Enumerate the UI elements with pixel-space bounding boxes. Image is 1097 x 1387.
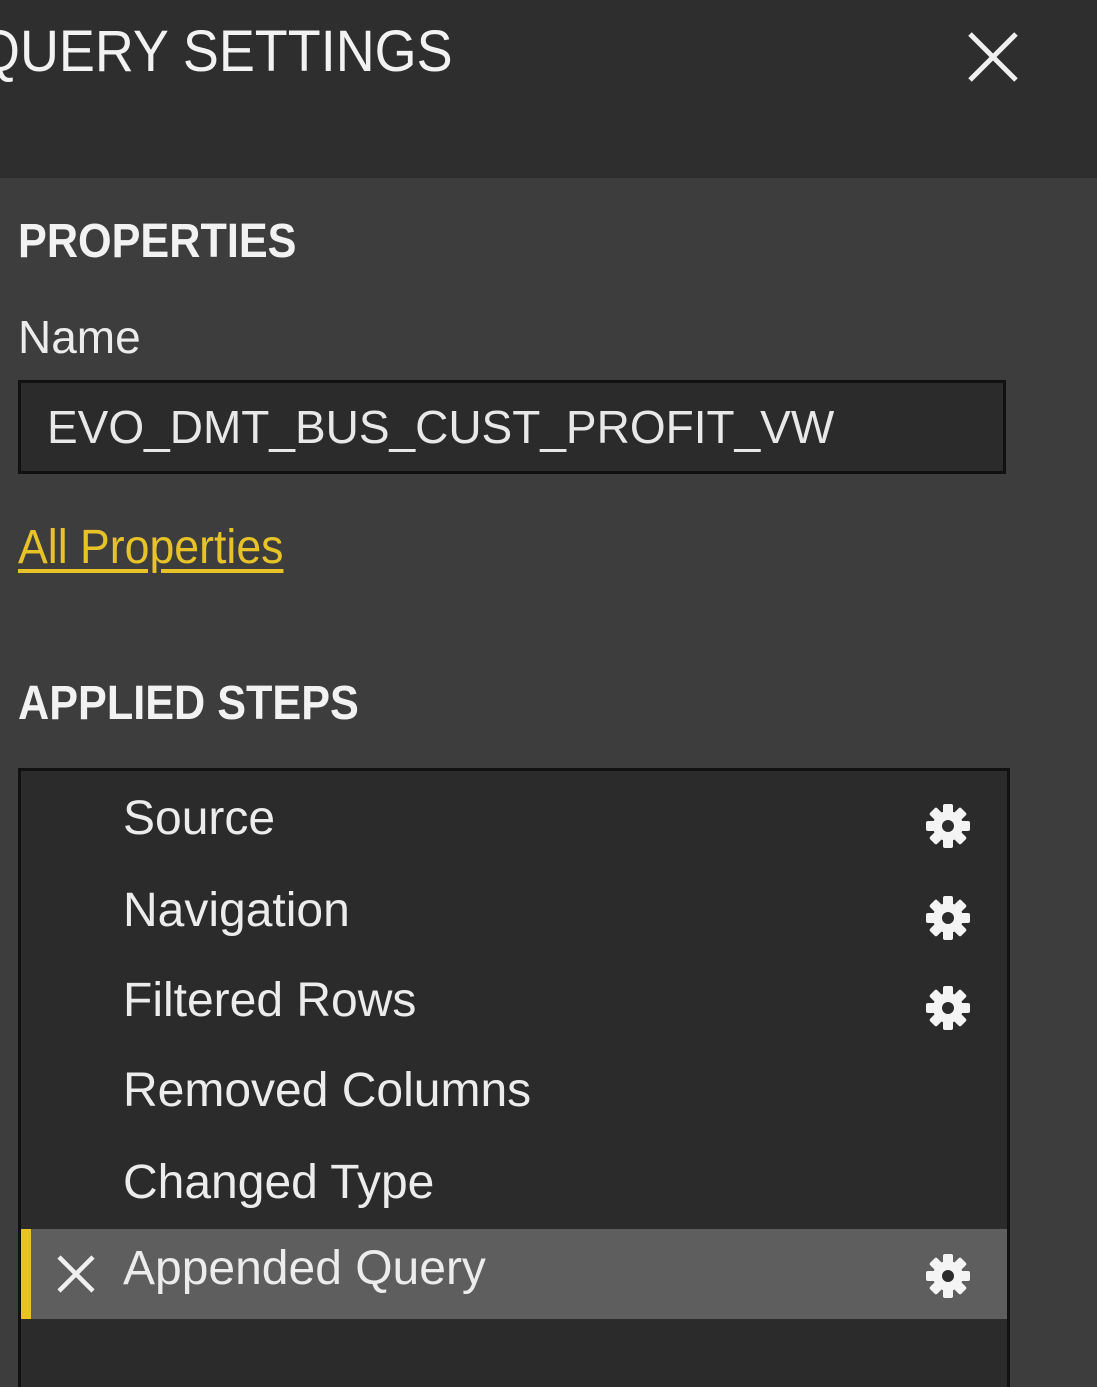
applied-step-row[interactable]: Filtered Rows [21,961,1007,1051]
applied-step-row[interactable]: Navigation [21,871,1007,961]
applied-step-label: Removed Columns [123,1064,532,1117]
query-settings-pane: QUERY SETTINGS PROPERTIES Name All Prope… [0,0,1097,1387]
applied-step-label: Changed Type [123,1156,435,1209]
applied-step-row[interactable]: Removed Columns [21,1051,1007,1141]
delete-step-icon[interactable] [53,1251,99,1297]
pane-header: QUERY SETTINGS [0,0,1097,178]
name-label: Name [18,311,141,363]
close-icon [968,32,1018,82]
applied-steps-list: Source Navigation Filtered Rows Removed Col… [18,768,1010,1387]
pane-title: QUERY SETTINGS [0,19,453,84]
applied-step-row[interactable]: Changed Type [21,1143,1007,1233]
step-settings-gear-icon[interactable] [923,893,973,943]
applied-step-label: Source [123,792,276,845]
applied-step-label: Appended Query [123,1242,486,1295]
name-field[interactable] [18,380,1006,474]
selection-accent-bar [21,1229,31,1319]
applied-step-row[interactable]: Appended Query [21,1229,1007,1319]
applied-step-label: Filtered Rows [123,974,417,1027]
all-properties-link[interactable]: All Properties [18,520,283,575]
close-button[interactable] [958,22,1028,92]
step-settings-gear-icon[interactable] [923,983,973,1033]
step-settings-gear-icon[interactable] [923,801,973,851]
properties-heading: PROPERTIES [18,215,297,268]
applied-steps-heading: APPLIED STEPS [18,677,359,730]
applied-step-label: Navigation [123,884,350,937]
step-settings-gear-icon[interactable] [923,1251,973,1301]
applied-step-row[interactable]: Source [21,779,1007,869]
